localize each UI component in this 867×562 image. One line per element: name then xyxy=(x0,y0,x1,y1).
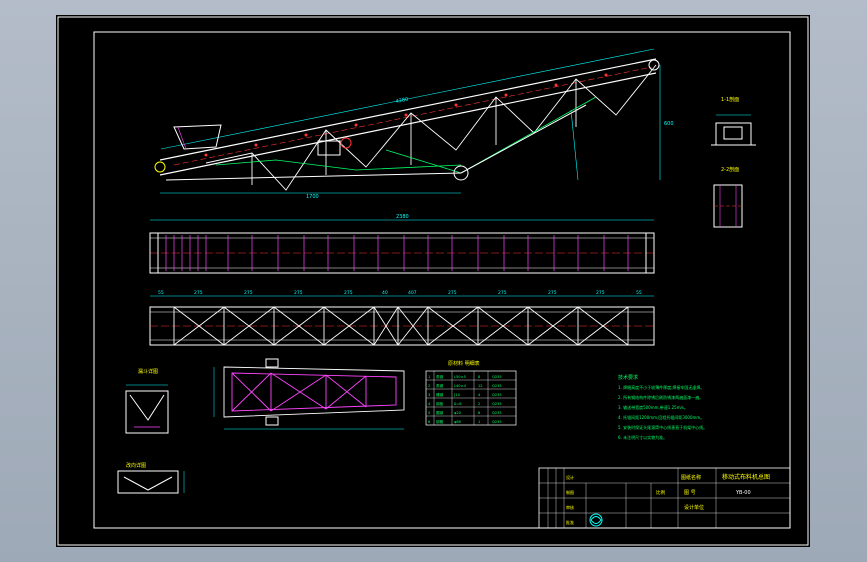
cell: 钢管 xyxy=(436,419,444,424)
note-3: 3. 输送带宽度500mm,带速1.25m/s。 xyxy=(618,404,688,410)
materials-rows: 1 角钢 L50×5 8 Q235 2 角钢 L40×4 12 Q235 3 槽… xyxy=(428,374,502,424)
section-detail-2[interactable]: 2-2剖面 xyxy=(713,166,743,228)
section-detail-1[interactable]: 1-1剖面 xyxy=(711,96,756,146)
cell: Q235 xyxy=(492,411,502,415)
cell: 3 xyxy=(428,393,430,397)
dim-base-span: 1700 xyxy=(306,194,319,200)
cell: Q235 xyxy=(492,375,502,379)
hopper-label: 漏斗详图 xyxy=(138,368,158,375)
truss-dim-3: 275 xyxy=(244,290,253,296)
row-label-2: 制图 xyxy=(566,489,574,495)
dim-height: 600 xyxy=(664,121,674,127)
cell: 8 xyxy=(478,375,481,379)
section-b-label: 2-2剖面 xyxy=(721,166,739,173)
cell: 槽钢 xyxy=(436,392,444,397)
section-a-label: 1-1剖面 xyxy=(721,96,739,103)
cell: φ20 xyxy=(454,411,462,415)
drawing-sheet[interactable]: 1700 4280 600 2380 55 275 275 275 275 40… xyxy=(56,15,810,547)
note-5: 5. 安装时保证头尾滚筒中心线垂直于机架中心线。 xyxy=(618,424,707,430)
row-label-3: 审核 xyxy=(566,504,574,510)
cell: 6 xyxy=(478,411,481,415)
truss-dim-10: 275 xyxy=(548,290,557,296)
cell: 圆钢 xyxy=(436,410,444,415)
conveyor-plan-view[interactable]: 2380 xyxy=(149,214,655,274)
cell: L50×5 xyxy=(454,375,466,379)
title-block[interactable]: 图纸名称 移动式布料机总图 图 号 YB-00 设计单位 比例 设计 制图 审核… xyxy=(538,467,791,529)
cell: δ=8 xyxy=(454,402,462,406)
materials-table-title: 原材料 明细表 xyxy=(448,360,480,367)
cell: 角钢 xyxy=(436,374,444,379)
cell: L40×4 xyxy=(454,384,467,388)
roller-label: 改向详图 xyxy=(126,462,146,469)
outer-frame xyxy=(57,16,809,546)
dim-overall-length: 2380 xyxy=(396,214,409,220)
cell: 6 xyxy=(428,420,431,424)
cell: 4 xyxy=(478,393,481,397)
cell: [10 xyxy=(454,393,461,397)
conveyor-truss-view[interactable]: 55 275 275 275 275 40 407 275 275 275 27… xyxy=(149,290,655,346)
truss-dim-11: 275 xyxy=(596,290,605,296)
drawing-title: 移动式布料机总图 xyxy=(722,473,770,481)
note-2: 2. 所有钢结构件除锈后刷防锈漆两遍面漆一遍。 xyxy=(618,394,703,400)
truss-dim-1: 55 xyxy=(158,290,164,296)
truss-dim-9: 275 xyxy=(498,290,507,296)
truss-dim-5: 275 xyxy=(344,290,353,296)
cell: 角钢 xyxy=(436,383,444,388)
cell: 4 xyxy=(428,402,431,406)
title-project-label: 图纸名称 xyxy=(681,474,701,481)
truss-dim-7: 407 xyxy=(408,290,417,296)
conveyor-elevation[interactable]: 1700 4280 600 xyxy=(154,48,674,200)
cad-viewport[interactable]: 1700 4280 600 2380 55 275 275 275 275 40… xyxy=(0,0,867,562)
drawing-no: YB-00 xyxy=(735,490,751,496)
note-6: 6. 未注明尺寸以实物为准。 xyxy=(618,434,667,440)
hopper-detail[interactable]: 漏斗详图 xyxy=(125,368,169,434)
technical-notes[interactable]: 技术要求 1. 焊缝高度不小于较薄件厚度,焊接牢固无虚焊。 2. 所有钢结构件除… xyxy=(618,374,707,440)
cell: 钢板 xyxy=(436,401,444,406)
designer-label: 设计单位 xyxy=(684,504,704,511)
company-logo xyxy=(589,513,603,527)
cell: 2 xyxy=(428,384,430,388)
cell: 5 xyxy=(428,411,430,415)
row-label-4: 批准 xyxy=(566,519,574,525)
dim-top-length: 4280 xyxy=(395,97,409,105)
cell: 1 xyxy=(478,420,480,424)
truss-dim-8: 275 xyxy=(448,290,457,296)
truss-dim-12: 55 xyxy=(636,290,642,296)
materials-table[interactable]: 原材料 明细表 1 角钢 L50×5 8 Q235 2 角钢 L40×4 12 … xyxy=(425,360,517,426)
note-4: 4. 托辊间距1200mm,回程托辊间距3000mm。 xyxy=(618,414,704,420)
row-label-1: 设计 xyxy=(566,474,574,480)
cell: Q235 xyxy=(492,393,502,397)
cell: 1 xyxy=(428,375,430,379)
base-frame-view[interactable] xyxy=(213,358,405,430)
cell: Q235 xyxy=(492,402,502,406)
scale-label: 比例 xyxy=(656,489,665,496)
note-1: 1. 焊缝高度不小于较薄件厚度,焊接牢固无虚焊。 xyxy=(618,384,704,390)
drawing-no-label: 图 号 xyxy=(684,490,696,496)
inner-frame xyxy=(93,31,791,529)
truss-dim-2: 275 xyxy=(194,290,203,296)
truss-dim-6: 40 xyxy=(382,290,388,296)
cell: Q235 xyxy=(492,420,502,424)
notes-title: 技术要求 xyxy=(618,374,638,381)
cell: 12 xyxy=(478,384,483,388)
truss-dim-4: 275 xyxy=(294,290,303,296)
roller-detail[interactable]: 改向详图 xyxy=(117,462,185,494)
cell: Q235 xyxy=(492,384,502,388)
cell: φ89 xyxy=(454,420,462,424)
cell: 2 xyxy=(478,402,480,406)
